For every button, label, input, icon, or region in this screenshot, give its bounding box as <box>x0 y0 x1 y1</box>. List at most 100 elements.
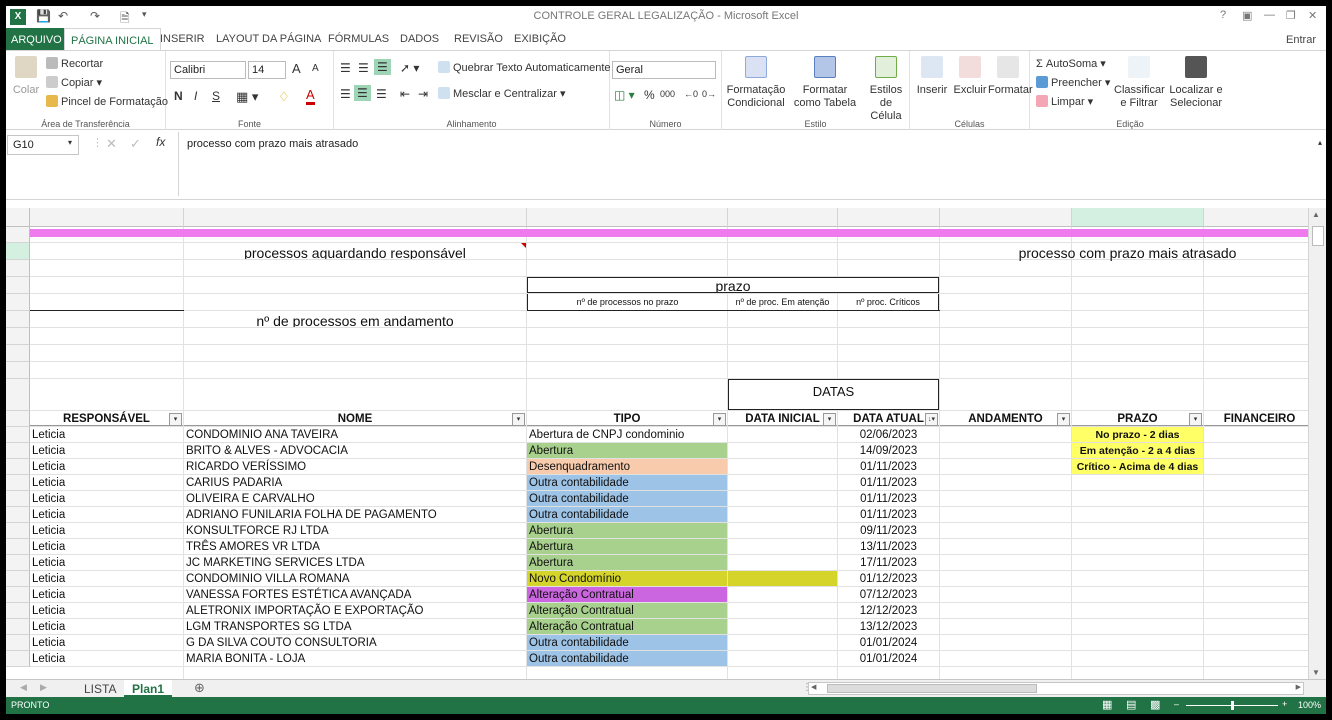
select-all-corner[interactable] <box>6 208 30 227</box>
cell-tipo[interactable]: Abertura de CNPJ condominio <box>527 427 727 442</box>
filter-dropdown-icon[interactable]: ▾ <box>713 413 726 426</box>
cell-data-atual[interactable]: 14/09/2023 <box>838 443 939 458</box>
find-select-button[interactable]: Localizar e Selecionar <box>1166 56 1226 110</box>
cell-data-atual[interactable]: 01/01/2024 <box>838 651 939 666</box>
cell-tipo[interactable]: Abertura <box>527 443 727 458</box>
row-header-32[interactable] <box>6 619 30 635</box>
cell-responsavel[interactable]: Leticia <box>30 635 183 650</box>
row-header-19[interactable] <box>6 411 30 427</box>
cell-tipo[interactable]: Outra contabilidade <box>527 635 727 650</box>
cell-c13[interactable]: nº de processos no prazo <box>527 294 727 310</box>
filter-dropdown-icon[interactable]: ▾ <box>823 413 836 426</box>
cell-nome[interactable]: CONDOMINIO VILLA ROMANA <box>184 571 526 586</box>
row-header-21[interactable] <box>6 443 30 459</box>
cell-responsavel[interactable]: Leticia <box>30 603 183 618</box>
cell-data-inicial[interactable] <box>728 635 837 650</box>
cell-data-inicial[interactable] <box>728 571 837 586</box>
underline-button[interactable]: S <box>212 89 220 103</box>
comment-indicator-icon[interactable] <box>521 243 526 248</box>
column-header-h[interactable] <box>1204 208 1308 227</box>
scroll-up-icon[interactable]: ▲ <box>1312 210 1320 219</box>
cell-data-atual[interactable]: 01/11/2023 <box>838 475 939 490</box>
cell-nome[interactable]: BRITO & ALVES - ADVOCACIA <box>184 443 526 458</box>
merge-center-button[interactable]: Mesclar e Centralizar ▾ <box>438 87 566 100</box>
cell-data-atual[interactable]: 17/11/2023 <box>838 555 939 570</box>
cell-nome[interactable]: CARIUS PADARIA <box>184 475 526 490</box>
worksheet-grid[interactable]: processos aguardando responsável processo… <box>6 208 1308 679</box>
tab-arquivo[interactable]: ARQUIVO <box>6 28 67 50</box>
table-header-2[interactable]: NOME <box>184 411 526 426</box>
row-header-16[interactable] <box>6 345 30 362</box>
align-right-icon[interactable]: ☰ <box>376 87 387 101</box>
cell-nome[interactable]: OLIVEIRA E CARVALHO <box>184 491 526 506</box>
tab-formulas[interactable]: FÓRMULAS <box>322 30 395 48</box>
prazo-legend-item[interactable]: Em atenção - 2 a 4 dias <box>1072 443 1203 458</box>
filter-dropdown-icon[interactable]: ↓▾ <box>925 413 938 426</box>
page-break-view-icon[interactable]: ▩ <box>1150 698 1160 711</box>
scroll-down-icon[interactable]: ▼ <box>1312 668 1320 677</box>
row-header-33[interactable] <box>6 635 30 651</box>
row-header-9[interactable] <box>6 227 30 243</box>
cell-data-atual[interactable]: 01/11/2023 <box>838 459 939 474</box>
tab-pagina-inicial[interactable]: PÁGINA INICIAL <box>64 28 161 51</box>
cell-styles-button[interactable]: Estilos de Célula <box>864 56 908 123</box>
cell-tipo[interactable]: Abertura <box>527 523 727 538</box>
row-header-26[interactable] <box>6 523 30 539</box>
row-header-23[interactable] <box>6 475 30 491</box>
formula-input[interactable]: processo com prazo mais atrasado <box>178 132 1314 196</box>
cell-datas[interactable]: DATAS <box>728 379 939 410</box>
zoom-in-icon[interactable]: + <box>1282 699 1287 709</box>
format-cells-button[interactable]: Formatar <box>988 56 1033 97</box>
cell-tipo[interactable]: Alteração Contratual <box>527 603 727 618</box>
cell-tipo[interactable]: Abertura <box>527 539 727 554</box>
restore-icon[interactable]: ❐ <box>1286 9 1296 22</box>
zoom-level[interactable]: 100% <box>1298 700 1321 710</box>
cell-data-atual[interactable]: 13/12/2023 <box>838 619 939 634</box>
column-header-f[interactable] <box>940 208 1072 227</box>
cell-data-atual[interactable]: 07/12/2023 <box>838 587 939 602</box>
cell-responsavel[interactable]: Leticia <box>30 523 183 538</box>
cell-data-atual[interactable]: 01/11/2023 <box>838 507 939 522</box>
italic-button[interactable]: I <box>194 89 197 103</box>
table-header-7[interactable]: PRAZO <box>1072 411 1203 426</box>
cell-tipo[interactable]: Outra contabilidade <box>527 507 727 522</box>
cell-responsavel[interactable]: Leticia <box>30 443 183 458</box>
expand-formula-bar-icon[interactable]: ▴ <box>1318 138 1322 147</box>
cell-tipo[interactable]: Outra contabilidade <box>527 475 727 490</box>
filter-dropdown-icon[interactable]: ▾ <box>1057 413 1070 426</box>
cell-responsavel[interactable]: Leticia <box>30 555 183 570</box>
cell-data-inicial[interactable] <box>728 427 837 442</box>
cell-tipo[interactable]: Outra contabilidade <box>527 491 727 506</box>
align-top-icon[interactable]: ☰ <box>340 61 351 75</box>
cell-data-atual[interactable]: 01/11/2023 <box>838 491 939 506</box>
table-header-6[interactable]: ANDAMENTO <box>940 411 1071 426</box>
vertical-scrollbar[interactable]: ▲ ▼ <box>1308 208 1326 679</box>
cell-responsavel[interactable]: Leticia <box>30 539 183 554</box>
format-as-table-button[interactable]: Formatar como Tabela <box>788 56 862 110</box>
delete-cells-button[interactable]: Excluir <box>952 56 988 97</box>
percent-button[interactable]: % <box>644 88 655 102</box>
cell-nome[interactable]: TRÊS AMORES VR LTDA <box>184 539 526 554</box>
page-layout-view-icon[interactable]: ▤ <box>1126 698 1136 711</box>
filter-dropdown-icon[interactable]: ▾ <box>512 413 525 426</box>
cell-data-atual[interactable]: 01/01/2024 <box>838 635 939 650</box>
row-header-31[interactable] <box>6 603 30 619</box>
paste-button[interactable]: Colar <box>10 56 42 97</box>
increase-indent-icon[interactable]: ⇥ <box>418 87 428 101</box>
currency-icon[interactable]: ◫ ▾ <box>614 88 635 102</box>
clear-button[interactable]: Limpar ▾ <box>1036 95 1093 108</box>
horizontal-scroll-thumb[interactable] <box>827 684 1037 693</box>
column-header-d[interactable] <box>728 208 838 227</box>
row-header-10[interactable] <box>6 243 30 260</box>
cell-nome[interactable]: ALETRONIX IMPORTAÇÃO E EXPORTAÇÃO <box>184 603 526 618</box>
row-header-15[interactable] <box>6 328 30 345</box>
tab-dados[interactable]: DADOS <box>394 30 445 48</box>
copy-button[interactable]: Copiar ▾ <box>46 76 102 89</box>
scroll-right-icon[interactable]: ▶ <box>1296 683 1301 691</box>
cell-data-atual[interactable]: 02/06/2023 <box>838 427 939 442</box>
cell-tipo[interactable]: Outra contabilidade <box>527 651 727 666</box>
decrease-decimal-icon[interactable]: 0→ <box>702 89 716 99</box>
cell-data-inicial[interactable] <box>728 491 837 506</box>
cell-d13[interactable]: nº de proc. Em atenção <box>728 294 837 310</box>
cell-data-inicial[interactable] <box>728 475 837 490</box>
